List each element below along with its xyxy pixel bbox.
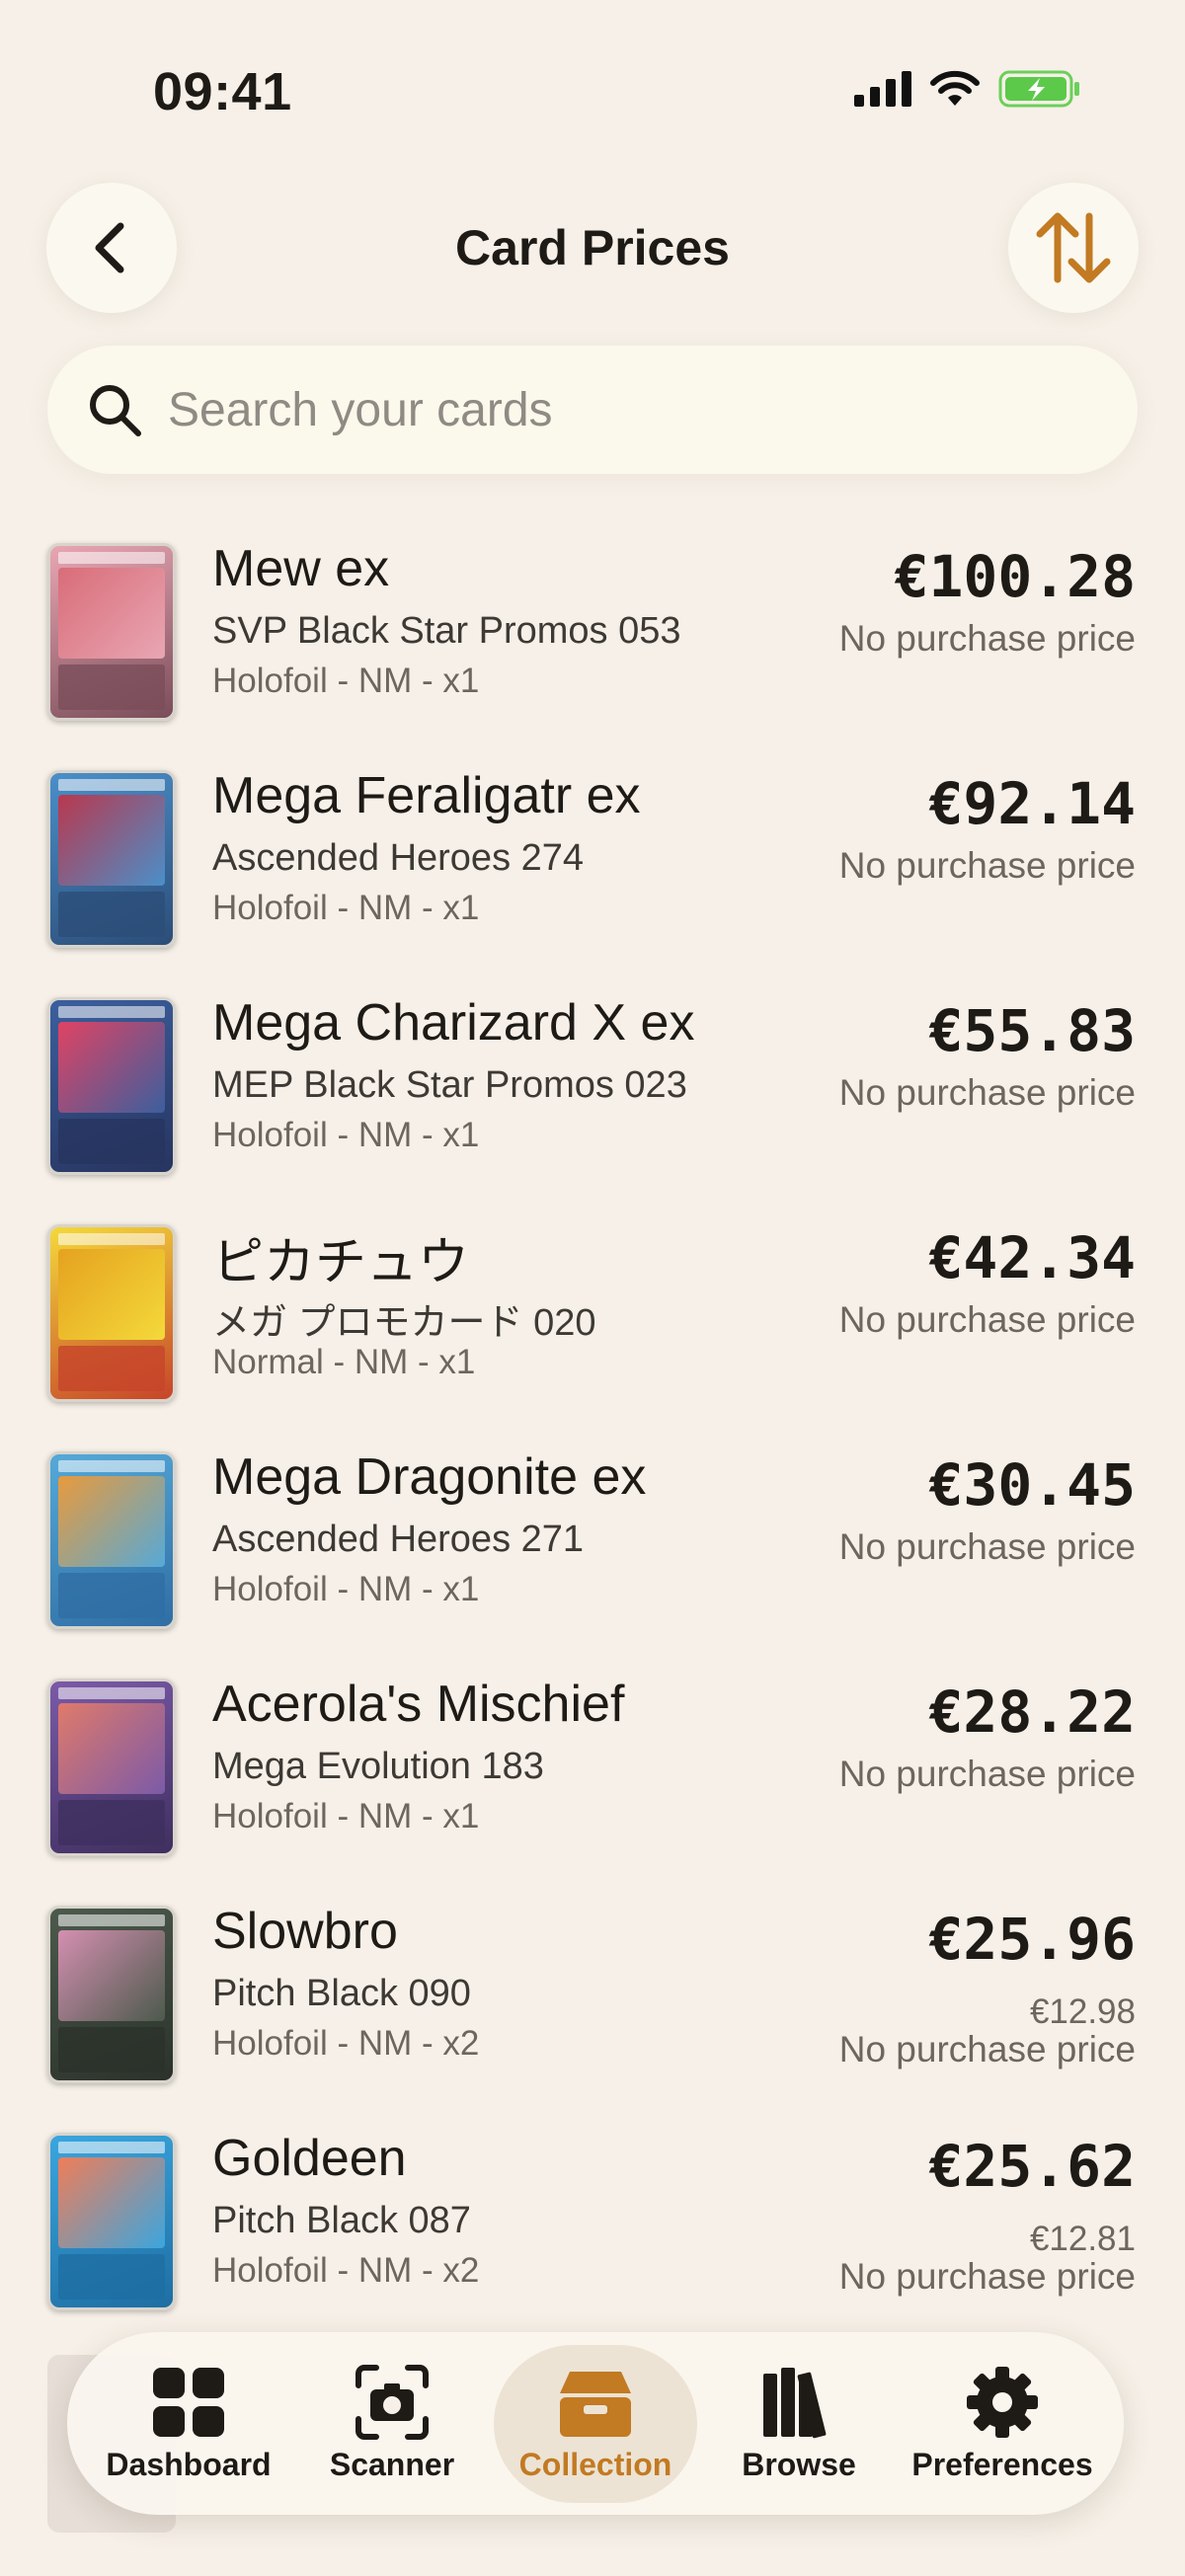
card-name: Slowbro xyxy=(212,1903,398,1960)
card-set: Ascended Heroes 274 xyxy=(212,837,585,879)
card-set: Pitch Black 090 xyxy=(212,1973,471,2014)
card-name: Mega Dragonite ex xyxy=(212,1448,647,1506)
card-detail: Normal - NM - x1 xyxy=(212,1343,476,1381)
page-title: Card Prices xyxy=(455,220,730,275)
sort-button[interactable] xyxy=(1008,183,1139,313)
cellular-signal-icon xyxy=(854,71,911,107)
purchase-note: No purchase price xyxy=(838,1754,1136,1794)
card-detail: Holofoil - NM - x1 xyxy=(212,1797,480,1835)
purchase-price: €12.81 xyxy=(1029,2220,1136,2258)
card-detail: Holofoil - NM - x2 xyxy=(212,2251,480,2290)
card-row[interactable]: Mew ex SVP Black Star Promos 053 Holofoi… xyxy=(0,533,1185,760)
purchase-note: No purchase price xyxy=(838,2256,1136,2297)
card-row[interactable]: ピカチュウ メガ プロモカード 020 Normal - NM - x1 €42… xyxy=(0,1214,1185,1442)
card-thumbnail xyxy=(47,2133,176,2310)
purchase-note: No purchase price xyxy=(838,845,1136,886)
card-thumbnail xyxy=(47,543,176,721)
card-set: MEP Black Star Promos 023 xyxy=(212,1064,687,1106)
card-row[interactable]: Slowbro Pitch Black 090 Holofoil - NM - … xyxy=(0,1896,1185,2123)
card-thumbnail xyxy=(47,770,176,948)
card-set: メガ プロモカード 020 xyxy=(212,1302,596,1344)
tab-label: Browse xyxy=(742,2447,856,2482)
card-detail: Holofoil - NM - x2 xyxy=(212,2024,480,2063)
card-row[interactable]: Mega Charizard X ex MEP Black Star Promo… xyxy=(0,987,1185,1214)
card-list: Mew ex SVP Black Star Promos 053 Holofoi… xyxy=(0,533,1185,2350)
purchase-note: No purchase price xyxy=(838,2029,1136,2069)
tab-label: Collection xyxy=(518,2447,672,2482)
purchase-note: No purchase price xyxy=(838,618,1136,659)
box-icon xyxy=(560,2372,631,2437)
card-thumbnail xyxy=(47,1678,176,1856)
card-name: Mega Charizard X ex xyxy=(212,994,695,1052)
search-input[interactable] xyxy=(168,382,1057,437)
card-set: Pitch Black 087 xyxy=(212,2200,471,2241)
sort-arrows-icon xyxy=(1036,212,1111,283)
purchase-note: No purchase price xyxy=(838,1526,1136,1567)
card-thumbnail xyxy=(47,1224,176,1402)
card-detail: Holofoil - NM - x1 xyxy=(212,662,480,700)
tab-label: Scanner xyxy=(329,2447,455,2482)
card-set: SVP Black Star Promos 053 xyxy=(212,610,681,652)
tab-preferences[interactable]: Preferences xyxy=(901,2345,1104,2503)
tab-browse[interactable]: Browse xyxy=(697,2345,901,2503)
card-thumbnail xyxy=(47,1451,176,1629)
tab-bar: Dashboard Scanner Collection Browse Pref… xyxy=(67,2332,1124,2515)
card-detail: Holofoil - NM - x1 xyxy=(212,1116,480,1154)
purchase-note: No purchase price xyxy=(838,1299,1136,1340)
tab-label: Preferences xyxy=(911,2447,1093,2482)
books-icon xyxy=(763,2368,827,2439)
card-price: €55.83 xyxy=(928,997,1136,1064)
card-price: €28.22 xyxy=(928,1678,1136,1746)
camera-icon xyxy=(356,2365,429,2440)
status-icons xyxy=(854,69,1081,109)
card-name: ピカチュウ xyxy=(212,1234,470,1291)
card-price: €100.28 xyxy=(894,543,1136,610)
card-row[interactable]: Mega Feraligatr ex Ascended Heroes 274 H… xyxy=(0,760,1185,987)
grid-icon xyxy=(153,2368,224,2437)
card-detail: Holofoil - NM - x1 xyxy=(212,1570,480,1608)
card-price: €92.14 xyxy=(928,770,1136,837)
card-price: €42.34 xyxy=(928,1224,1136,1291)
status-bar: 09:41 xyxy=(0,0,1185,148)
card-detail: Holofoil - NM - x1 xyxy=(212,889,480,927)
search-icon xyxy=(90,385,141,436)
card-row[interactable]: Mega Dragonite ex Ascended Heroes 271 Ho… xyxy=(0,1442,1185,1669)
battery-charging-icon xyxy=(998,70,1079,108)
purchase-note: No purchase price xyxy=(838,1072,1136,1113)
gear-icon xyxy=(967,2367,1038,2438)
tab-scanner[interactable]: Scanner xyxy=(290,2345,494,2503)
card-price: €25.96 xyxy=(928,1906,1136,1973)
card-thumbnail xyxy=(47,1906,176,2083)
card-set: Ascended Heroes 271 xyxy=(212,1519,585,1560)
tab-dashboard[interactable]: Dashboard xyxy=(87,2345,290,2503)
card-price: €30.45 xyxy=(928,1451,1136,1519)
card-row[interactable]: Goldeen Pitch Black 087 Holofoil - NM - … xyxy=(0,2123,1185,2350)
search-bar[interactable] xyxy=(47,346,1138,474)
tab-collection[interactable]: Collection xyxy=(494,2344,697,2503)
card-name: Mega Feraligatr ex xyxy=(212,767,641,824)
tab-label: Dashboard xyxy=(106,2447,272,2482)
status-time: 09:41 xyxy=(153,62,292,121)
card-name: Goldeen xyxy=(212,2130,407,2187)
card-name: Acerola's Mischief xyxy=(212,1676,625,1733)
card-price: €25.62 xyxy=(928,2133,1136,2200)
wifi-icon xyxy=(930,70,980,106)
card-thumbnail xyxy=(47,997,176,1175)
card-name: Mew ex xyxy=(212,540,390,597)
card-prices-screen: 09:41 Card Prices Search your cards Mew … xyxy=(0,0,1185,2576)
card-set: Mega Evolution 183 xyxy=(212,1746,544,1787)
purchase-price: €12.98 xyxy=(1029,1992,1136,2031)
card-row[interactable]: Acerola's Mischief Mega Evolution 183 Ho… xyxy=(0,1669,1185,1896)
